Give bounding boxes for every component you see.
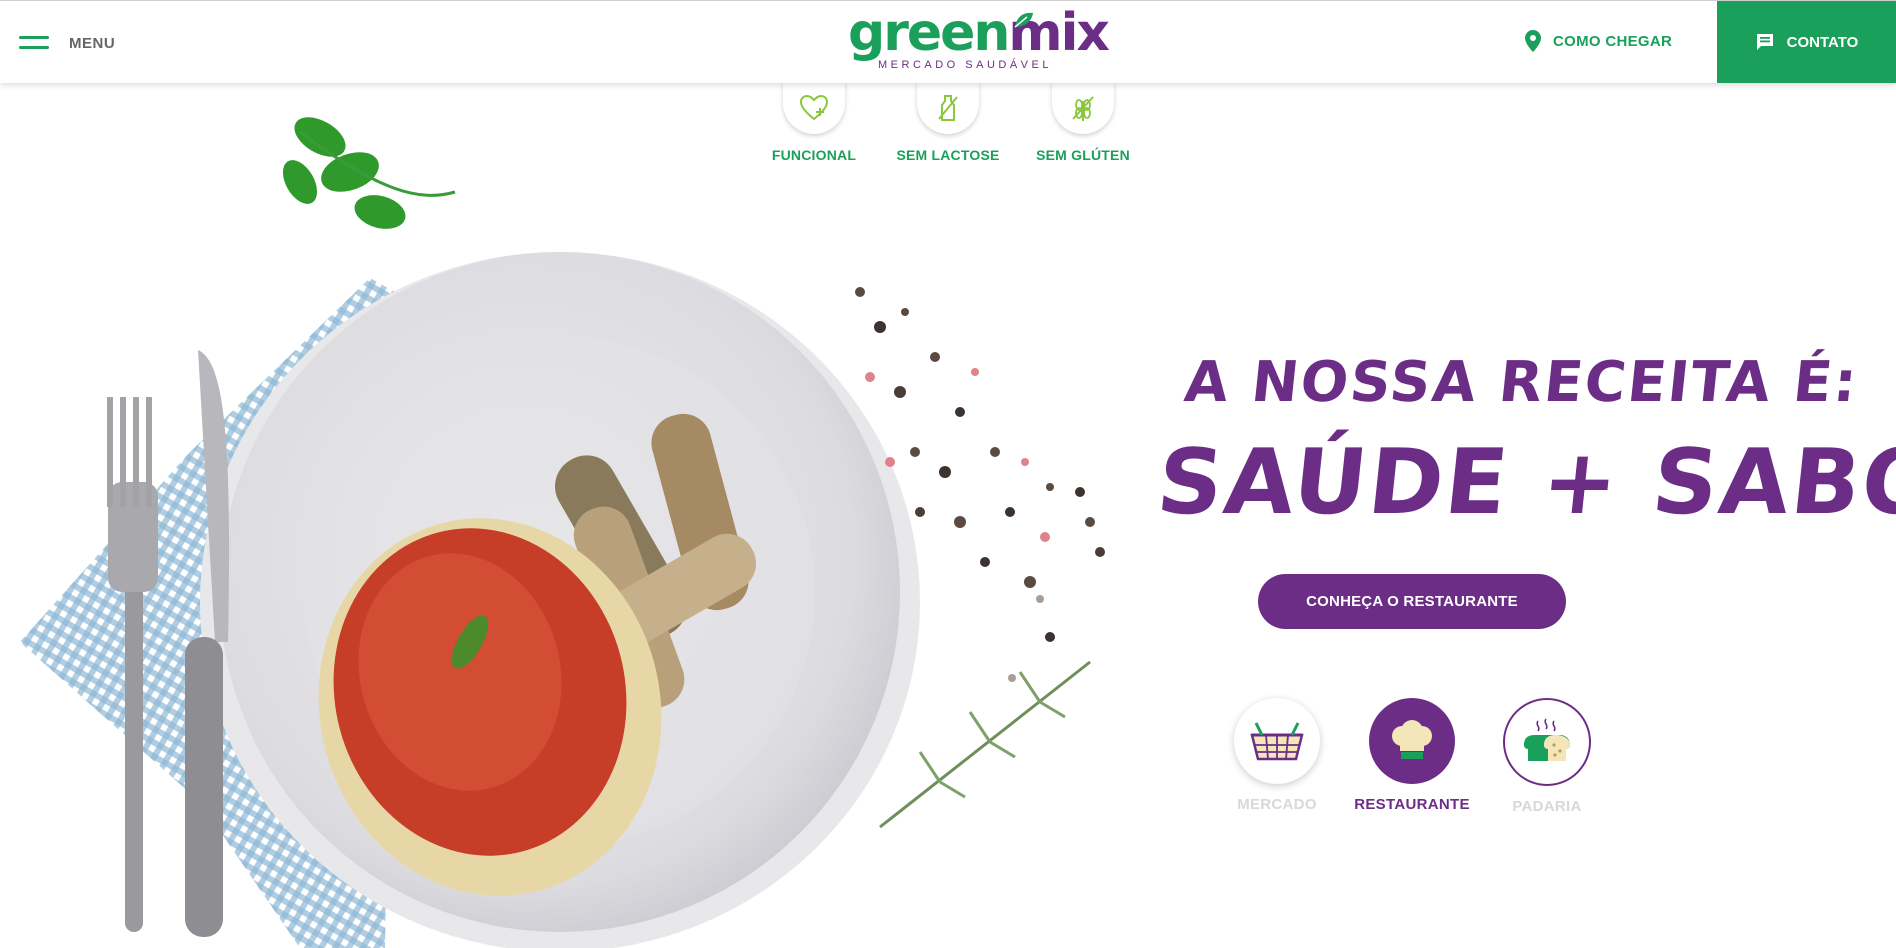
logo-subtitle: MERCADO SAUDÁVEL (878, 59, 1052, 71)
chat-icon (1756, 34, 1773, 50)
bread-icon (1524, 718, 1570, 761)
no-wheat-icon (1072, 96, 1094, 121)
section-restaurante[interactable]: RESTAURANTE (1342, 698, 1482, 813)
diet-tab-sem-lactose[interactable]: SEM LACTOSE (878, 82, 1018, 163)
hamburger-icon (19, 36, 49, 50)
site-header: MENU greenmix MERCADO SAUDÁVEL COMO CHEG… (0, 0, 1896, 83)
map-pin-icon (1525, 30, 1541, 52)
no-milk-bottle-icon (938, 95, 958, 121)
diet-tab-label: FUNCIONAL (771, 147, 857, 163)
como-chegar-link[interactable]: COMO CHEGAR (1525, 30, 1672, 52)
conheca-restaurante-button[interactable]: CONHEÇA O RESTAURANTE (1258, 574, 1566, 629)
contato-button[interactable]: CONTATO (1717, 1, 1896, 83)
contato-label: CONTATO (1786, 33, 1859, 51)
section-label: PADARIA (1512, 798, 1582, 815)
basket-icon (1250, 722, 1304, 761)
diet-tab-label: SEM LACTOSE (896, 147, 1000, 163)
diet-tab-circle (917, 82, 979, 134)
leaf-icon (1014, 12, 1033, 28)
logo-wordmark: greenmix (848, 7, 1110, 59)
hero-headline-line2: SAÚDE + SABOR (1152, 430, 1896, 535)
como-chegar-label: COMO CHEGAR (1553, 32, 1673, 50)
heart-plus-icon (799, 94, 829, 121)
diet-tab-circle (783, 82, 845, 134)
diet-tab-funcional[interactable]: FUNCIONAL (744, 82, 884, 163)
section-circle (1234, 698, 1320, 784)
diet-tab-label: SEM GLÚTEN (1036, 147, 1130, 163)
section-mercado[interactable]: MERCADO (1207, 698, 1347, 813)
hero-headline-line1: A NOSSA RECEITA É: (1181, 350, 1862, 415)
hero-food-image (20, 117, 1105, 948)
menu-button[interactable]: MENU (19, 31, 115, 55)
diet-tab-circle (1052, 82, 1114, 134)
section-circle (1503, 698, 1591, 786)
logo-word-green: green (848, 3, 1010, 63)
chef-hat-icon (1392, 720, 1432, 759)
section-label: MERCADO (1237, 796, 1317, 813)
greenmix-logo[interactable]: greenmix MERCADO SAUDÁVEL (848, 7, 1110, 73)
section-circle (1369, 698, 1455, 784)
section-label: RESTAURANTE (1354, 796, 1470, 813)
menu-label: MENU (69, 34, 116, 52)
diet-tab-sem-gluten[interactable]: SEM GLÚTEN (1013, 82, 1153, 163)
section-padaria[interactable]: PADARIA (1477, 698, 1617, 815)
